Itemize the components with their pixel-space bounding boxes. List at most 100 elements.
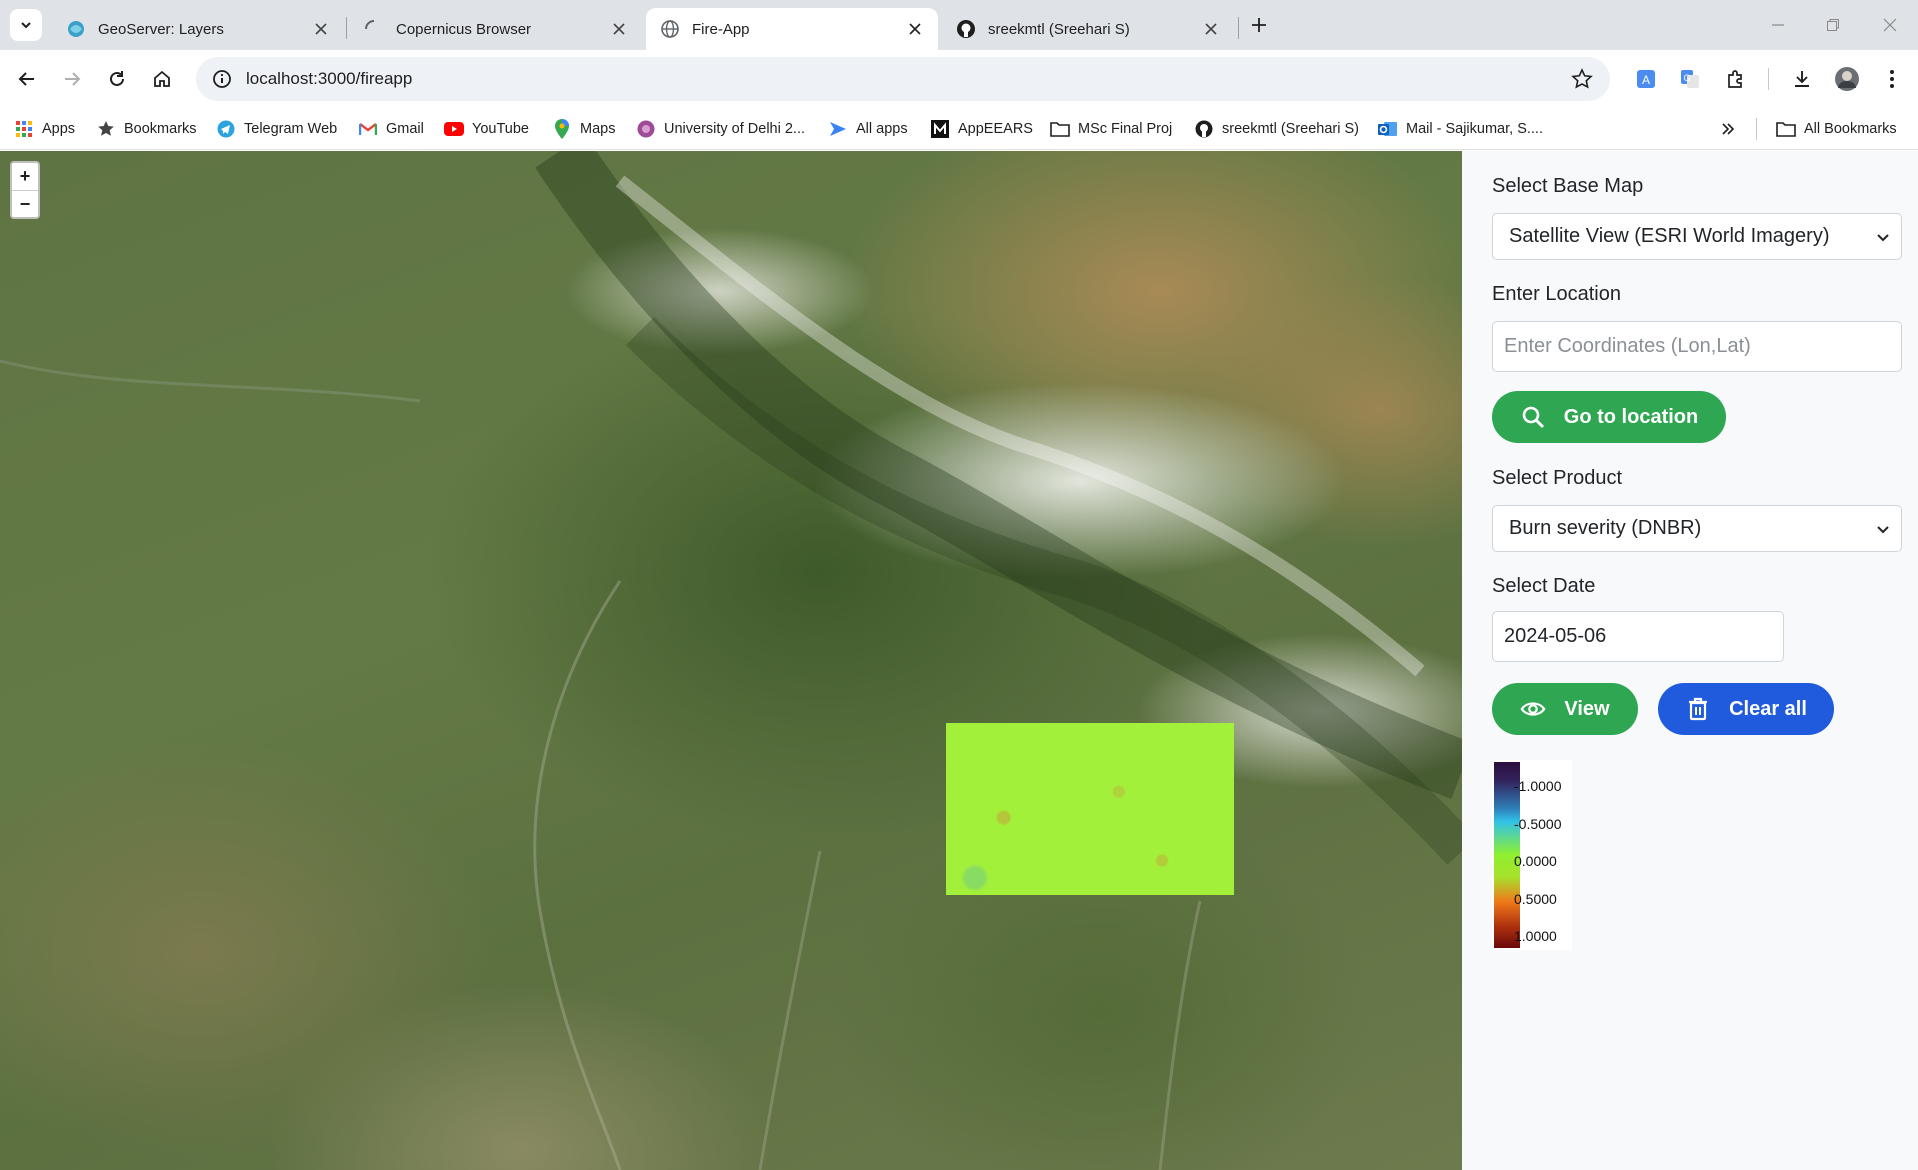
bookmark-youtube[interactable]: YouTube [444, 115, 529, 143]
zoom-in-button[interactable]: + [12, 163, 38, 190]
gmail-icon [358, 119, 378, 139]
outlook-icon [1378, 119, 1398, 139]
restore-button[interactable] [1813, 10, 1853, 40]
telegram-icon [216, 119, 236, 139]
arrow-left-icon [18, 72, 34, 86]
star-icon [96, 119, 116, 139]
zoom-out-button[interactable]: − [12, 190, 38, 217]
translate-extension-icon[interactable]: A [1630, 63, 1662, 95]
appeears-icon [930, 119, 950, 139]
base-map-select[interactable]: Satellite View (ESRI World Imagery) [1492, 213, 1902, 260]
bookmark-university[interactable]: University of Delhi 2... [636, 115, 805, 143]
home-button[interactable] [145, 62, 179, 96]
bookmark-appeears[interactable]: AppEEARS [930, 115, 1033, 143]
control-panel: Select Base Map Satellite View (ESRI Wor… [1462, 151, 1918, 1170]
google-translate-icon[interactable]: G [1674, 63, 1706, 95]
tab-fire-app[interactable]: Fire-App [646, 8, 938, 50]
tab-search-button[interactable] [10, 9, 42, 41]
satellite-map[interactable]: + − [0, 151, 1462, 1170]
bookmark-maps[interactable]: Maps [552, 115, 615, 143]
legend-tick: 0.0000 [1514, 853, 1557, 869]
go-button-label: Go to location [1563, 405, 1699, 428]
close-tab-icon[interactable] [906, 20, 924, 38]
tab-title: Fire-App [692, 20, 750, 38]
bookmark-label: MSc Final Proj [1078, 121, 1173, 137]
folder-icon [1776, 119, 1796, 139]
all-bookmarks[interactable]: All Bookmarks [1776, 115, 1897, 143]
tab-github[interactable]: sreekmtl (Sreehari S) [942, 8, 1234, 50]
tab-geoserver[interactable]: GeoServer: Layers [52, 8, 344, 50]
tab-copernicus[interactable]: Copernicus Browser [350, 8, 642, 50]
svg-text:A: A [1642, 73, 1650, 87]
restore-icon [1827, 19, 1839, 31]
downloads-icon[interactable] [1786, 63, 1818, 95]
youtube-icon [444, 119, 464, 139]
bookmark-label: University of Delhi 2... [664, 121, 806, 137]
close-tab-icon[interactable] [1202, 20, 1220, 38]
legend-tick: -1.0000 [1514, 778, 1562, 794]
address-bar[interactable]: localhost:3000/fireapp [196, 57, 1610, 101]
burn-severity-overlay [946, 723, 1234, 895]
github-icon [1194, 119, 1214, 139]
bookmark-bookmarks[interactable]: Bookmarks [96, 115, 197, 143]
bookmark-label: Mail - Sajikumar, S.... [1406, 121, 1543, 137]
clear-all-button[interactable]: Clear all [1658, 683, 1834, 735]
close-tab-icon[interactable] [312, 20, 330, 38]
bookmark-label: All apps [856, 121, 908, 137]
go-to-location-button[interactable]: Go to location [1492, 391, 1726, 443]
apps-grid-icon [14, 119, 34, 139]
location-label: Enter Location [1492, 283, 1621, 305]
bookmark-telegram[interactable]: Telegram Web [216, 115, 337, 143]
reload-button[interactable] [100, 62, 134, 96]
product-select[interactable]: Burn severity (DNBR) [1492, 505, 1902, 552]
tab-divider [1238, 17, 1239, 39]
bookmark-mail[interactable]: Mail - Sajikumar, S.... [1378, 115, 1543, 143]
extensions-puzzle-icon[interactable] [1720, 63, 1752, 95]
more-menu-icon[interactable] [1876, 63, 1908, 95]
bookmark-apps[interactable]: Apps [14, 115, 75, 143]
browser-toolbar: localhost:3000/fireapp A G [0, 50, 1918, 108]
url-text[interactable]: localhost:3000/fireapp [246, 69, 1564, 89]
bookmark-gmail[interactable]: Gmail [358, 115, 424, 143]
coordinates-input[interactable]: Enter Coordinates (Lon,Lat) [1492, 321, 1902, 372]
all-apps-icon [828, 119, 848, 139]
new-tab-button[interactable] [1244, 10, 1274, 40]
eye-icon [1520, 696, 1546, 722]
view-button-label: View [1564, 697, 1610, 720]
view-button[interactable]: View [1492, 683, 1638, 735]
close-window-button[interactable] [1870, 10, 1910, 40]
bookmarks-overflow-button[interactable] [1718, 115, 1746, 143]
bookmark-label: Gmail [386, 121, 424, 137]
legend-tick: 0.5000 [1514, 891, 1557, 907]
bookmark-github[interactable]: sreekmtl (Sreehari S) [1194, 115, 1359, 143]
date-label: Select Date [1492, 575, 1596, 597]
folder-icon [1050, 119, 1070, 139]
chevron-down-icon [21, 22, 31, 29]
site-info-icon[interactable] [202, 59, 242, 99]
legend-tick: 1.0000 [1514, 928, 1557, 944]
search-icon [1520, 404, 1546, 430]
trash-icon [1685, 696, 1711, 722]
close-tab-icon[interactable] [610, 20, 628, 38]
tab-strip: GeoServer: Layers Copernicus Browser Fir… [0, 0, 1918, 50]
minimize-button[interactable] [1758, 10, 1798, 40]
bookmark-star-icon[interactable] [1564, 61, 1600, 97]
terrain-texture [0, 151, 1462, 1170]
close-icon [1883, 18, 1897, 32]
bookmark-all-apps[interactable]: All apps [828, 115, 908, 143]
tab-title: GeoServer: Layers [98, 20, 224, 38]
home-icon [154, 70, 170, 87]
bookmark-label: Maps [580, 121, 616, 137]
double-chevron-right-icon [1718, 119, 1738, 139]
profile-avatar[interactable] [1831, 63, 1863, 95]
back-button[interactable] [10, 62, 44, 96]
chevron-down-icon [1877, 234, 1889, 242]
loading-spinner-icon [364, 19, 384, 39]
date-input[interactable]: 2024-05-06 [1492, 611, 1784, 662]
forward-button[interactable] [55, 62, 89, 96]
tab-title: Copernicus Browser [396, 20, 532, 38]
dnbr-legend: -1.0000 -0.5000 0.0000 0.5000 1.0000 [1492, 760, 1572, 950]
tab-title: sreekmtl (Sreehari S) [988, 20, 1130, 38]
bookmark-msc-final-proj[interactable]: MSc Final Proj [1050, 115, 1172, 143]
bookmark-label: sreekmtl (Sreehari S) [1222, 121, 1359, 137]
